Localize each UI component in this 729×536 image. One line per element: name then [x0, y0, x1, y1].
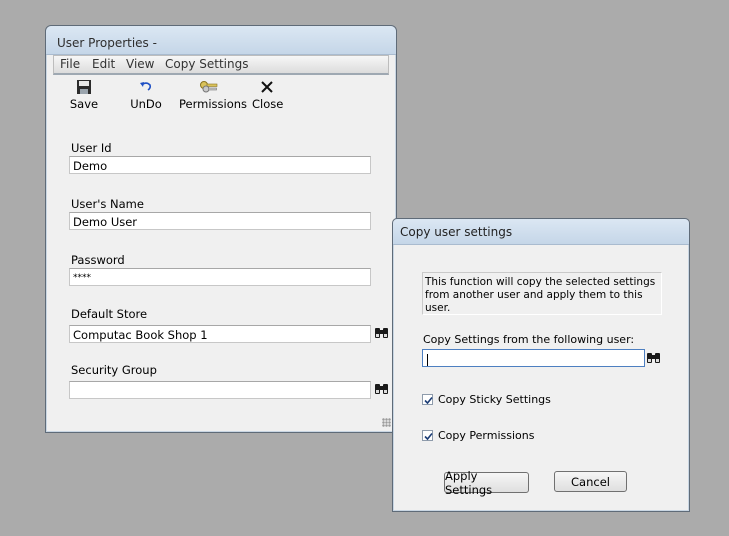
undo-button[interactable]: UnDo — [129, 78, 163, 111]
close-button[interactable]: Close — [252, 78, 284, 111]
menu-edit[interactable]: Edit — [92, 57, 115, 71]
checkmark-icon — [424, 432, 433, 441]
password-label: Password — [71, 253, 125, 267]
copy-permissions-checkbox[interactable] — [422, 430, 433, 441]
menu-view[interactable]: View — [126, 57, 154, 71]
user-id-label: User Id — [71, 141, 112, 155]
close-label: Close — [252, 97, 284, 111]
apply-settings-button[interactable]: Apply Settings — [444, 469, 529, 497]
save-button[interactable]: Save — [68, 78, 100, 111]
security-group-label: Security Group — [71, 363, 157, 377]
copy-sticky-settings-label: Copy Sticky Settings — [438, 393, 551, 406]
users-name-field[interactable]: Demo User — [69, 212, 371, 230]
default-store-label: Default Store — [71, 307, 148, 321]
source-user-lookup-binoculars-icon[interactable] — [646, 350, 661, 365]
security-group-lookup-binoculars-icon[interactable] — [374, 381, 389, 396]
undo-arrow-icon — [140, 82, 152, 91]
copy-permissions-label: Copy Permissions — [438, 429, 535, 442]
menu-copy-settings[interactable]: Copy Settings — [165, 57, 248, 71]
source-user-field[interactable] — [422, 349, 645, 367]
permissions-button[interactable]: Permissions — [179, 78, 248, 111]
user-id-field[interactable]: Demo — [69, 156, 371, 174]
default-store-lookup-binoculars-icon[interactable] — [374, 325, 389, 340]
undo-label: UnDo — [130, 97, 162, 111]
cancel-button[interactable]: Cancel — [554, 471, 627, 492]
copy-user-settings-dialog: Copy user settings This function will co… — [392, 218, 690, 512]
default-store-field[interactable]: Computac Book Shop 1 — [69, 325, 371, 343]
menu-bar: File Edit View Copy Settings — [53, 55, 389, 75]
save-label: Save — [69, 97, 99, 111]
password-field[interactable]: **** — [69, 268, 371, 286]
user-properties-window: User Properties - File Edit View Copy Se… — [45, 25, 397, 433]
resize-grip[interactable] — [382, 418, 391, 427]
dialog-title: Copy user settings — [400, 225, 513, 239]
window-title: User Properties - — [57, 36, 157, 50]
close-x-icon — [261, 81, 273, 93]
floppy-disk-icon — [77, 80, 91, 94]
dialog-title-bar[interactable]: Copy user settings — [393, 219, 689, 245]
title-bar[interactable]: User Properties - — [46, 26, 396, 55]
permissions-label: Permissions — [179, 97, 248, 111]
users-name-label: User's Name — [71, 197, 144, 211]
copy-sticky-settings-checkbox[interactable] — [422, 394, 433, 405]
security-group-field[interactable] — [69, 381, 371, 399]
menu-file[interactable]: File — [60, 57, 80, 71]
info-box: This function will copy the selected set… — [422, 272, 662, 315]
checkmark-icon — [424, 396, 433, 405]
info-text: This function will copy the selected set… — [425, 276, 656, 314]
text-cursor — [427, 353, 428, 366]
keys-icon — [200, 81, 218, 93]
source-user-label: Copy Settings from the following user: — [423, 333, 635, 346]
